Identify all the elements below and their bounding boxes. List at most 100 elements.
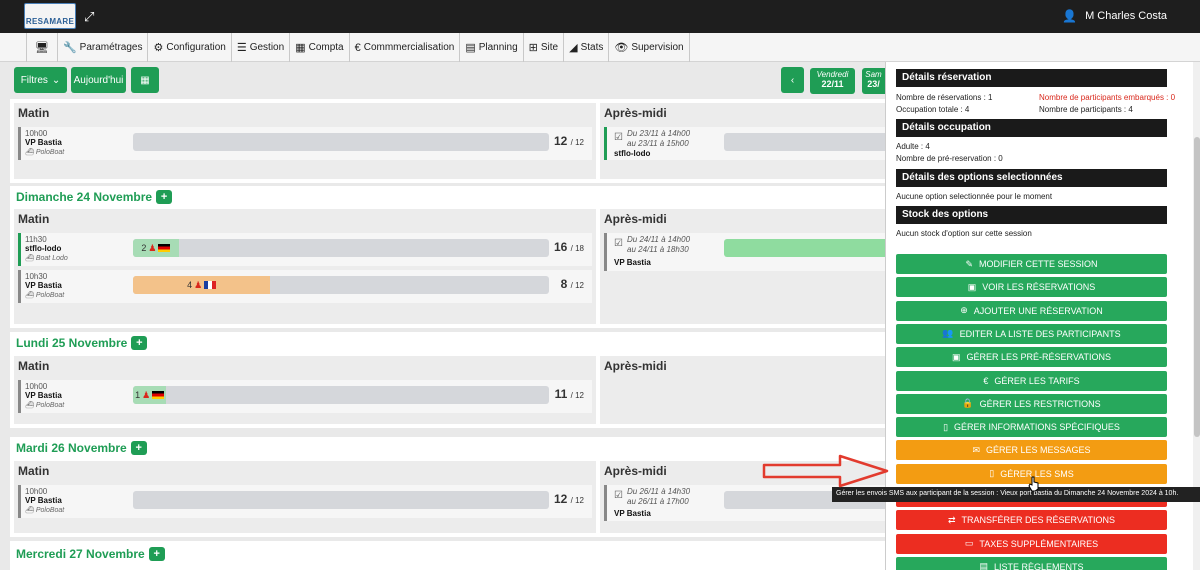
session-end: au 23/11 à 15h00 <box>627 139 689 148</box>
morning-section: Matin 10h00 VP Bastia ⛴ PoloBoat 1 ♟ 11 … <box>14 356 596 424</box>
add-session-button[interactable]: + <box>131 336 148 350</box>
session-name: VP Bastia <box>25 281 62 290</box>
participants-count: Nombre de participants : 4 <box>1039 105 1133 114</box>
action-label: Gérer les restrictions <box>979 398 1101 409</box>
filters-button[interactable]: Filtres ⌄ <box>14 67 67 93</box>
occupancy-bar: 4 ♟ <box>133 276 549 294</box>
user-menu[interactable]: 👤 M Charles Costa <box>1062 9 1167 23</box>
date-prev-num: 22/11 <box>821 79 844 90</box>
occupancy-fill: 4 ♟ <box>133 276 271 294</box>
action-button-editer-la-liste-des-participants[interactable]: 👥 Editer la liste des participants <box>896 323 1167 344</box>
session-name: VP Bastia <box>25 391 62 400</box>
session-slot[interactable]: 10h00 VP Bastia ⛴ PoloBoat 12 / 12 <box>18 485 592 518</box>
logo-text: RESAMARE <box>25 17 75 26</box>
day-title: Mardi 26 Novembre + <box>16 441 147 455</box>
morning-title: Matin <box>18 106 50 120</box>
action-label: Voir les réservations <box>982 282 1096 293</box>
date-prev-button[interactable]: Vendredi 22/11 <box>810 68 855 94</box>
scrollbar-thumb[interactable] <box>1194 137 1200 437</box>
menu-item-gestion[interactable]: ☰ Gestion <box>230 33 289 62</box>
ship-icon: ⛴ <box>25 292 34 299</box>
today-button[interactable]: Aujourd'hui <box>71 67 126 93</box>
boat-name: Boat Lodo <box>35 255 68 262</box>
menu-item-param-trages[interactable]: 🔧 Paramétrages <box>56 33 148 62</box>
menu-label: Configuration <box>166 42 226 53</box>
date-next-button[interactable]: Sam 23/ <box>862 68 885 94</box>
calendar-check-icon: ☑ <box>614 490 623 501</box>
calendar-button[interactable]: ▦ <box>131 67 159 93</box>
session-slot[interactable]: 11h30 stflo-lodo ⛴ Boat Lodo 2 ♟ 16 / 18 <box>18 233 592 266</box>
reservation-details-header: Détails réservation <box>896 69 1167 87</box>
session-time: 10h00 <box>25 487 48 496</box>
booked-count: 2 <box>141 243 147 253</box>
date-prev-day: Vendredi <box>816 70 849 79</box>
calendar-check-icon: ☑ <box>614 238 623 249</box>
occupancy-bar: 1 ♟ <box>133 386 549 404</box>
afternoon-section: Après-midi ☑ Du 23/11 à 14h00 au 23/11 à … <box>600 103 885 179</box>
add-session-button[interactable]: + <box>130 441 147 455</box>
session-slot[interactable]: ☑ Du 24/11 à 14h00 au 24/11 à 18h30 VP Ba… <box>604 233 885 271</box>
action-icon: 👥 <box>942 328 954 339</box>
session-slot[interactable]: ☑ Du 23/11 à 14h00 au 23/11 à 15h00 stflo… <box>604 127 885 160</box>
remaining-count: 12 <box>553 134 568 148</box>
day-card: Dimanche 24 Novembre + Matin 11h30 stflo… <box>10 186 885 328</box>
user-name: M Charles Costa <box>1085 10 1167 22</box>
afternoon-section: Après-midi ☑ Du 24/11 à 14h00 au 24/11 à … <box>600 209 885 324</box>
list-icon: ☰ <box>236 42 247 54</box>
session-slot[interactable]: 10h00 VP Bastia ⛴ PoloBoat 12 / 12 <box>18 127 592 160</box>
session-boat: ⛴ PoloBoat <box>25 401 64 409</box>
occupancy-bar <box>133 133 549 151</box>
mouse-cursor-icon <box>1028 476 1039 492</box>
app-logo[interactable]: RESAMARE <box>24 3 76 29</box>
session-name: VP Bastia <box>25 496 62 505</box>
session-slot[interactable]: 10h30 VP Bastia ⛴ PoloBoat 4 ♟ 8 / 12 <box>18 270 592 303</box>
session-start: Du 24/11 à 14h00 <box>627 235 691 244</box>
action-button-g-rer-les-restrictions[interactable]: 🔒 Gérer les restrictions <box>896 393 1167 414</box>
action-button-g-rer-les-tarifs[interactable]: € Gérer les tarifs <box>896 370 1167 391</box>
session-time: 10h00 <box>25 382 48 391</box>
day-title-text: Dimanche 24 Novembre <box>16 190 153 204</box>
action-button-g-rer-les-pr-r-servations[interactable]: ▣ Gérer les pré-réservations <box>896 347 1167 368</box>
action-button-g-rer-informations-sp-cifiques[interactable]: ▯ Gérer informations spécifiques <box>896 417 1167 438</box>
afternoon-title: Après-midi <box>604 106 667 120</box>
add-session-button[interactable]: + <box>148 547 165 561</box>
sitemap-icon: ⊞ <box>528 42 538 54</box>
add-session-button[interactable]: + <box>156 190 173 204</box>
action-button-liste-r-glements[interactable]: ▤ Liste règlements <box>896 556 1167 570</box>
action-label: Transférer des réservations <box>961 515 1116 526</box>
menu-item-site[interactable]: ⊞ Site <box>522 33 563 62</box>
action-button-transf-rer-des-r-servations[interactable]: ⇄ Transférer des réservations <box>896 510 1167 531</box>
menu-item-configuration[interactable]: ⚙ Configuration <box>147 33 230 62</box>
menu-item-stats[interactable]: ◢ Stats <box>563 33 608 62</box>
menu-item-commmercialisation[interactable]: € Commmercialisation <box>348 33 460 62</box>
menu-label: Site <box>540 42 559 53</box>
action-button-taxes-suppl-mentaires[interactable]: ▭ Taxes supplémentaires <box>896 533 1167 554</box>
occupancy-bar <box>724 239 885 257</box>
action-label: Modifier cette session <box>979 259 1098 269</box>
menu-item-supervision[interactable]: 👁 Supervision <box>608 33 690 62</box>
action-label: Gérer informations spécifiques <box>954 422 1120 433</box>
remaining-count: 11 <box>554 387 568 401</box>
session-slot[interactable]: 10h00 VP Bastia ⛴ PoloBoat 1 ♟ 11 / 12 <box>18 380 592 413</box>
person-icon: ♟ <box>194 279 203 290</box>
eye-icon: 👁 <box>614 42 629 54</box>
session-end: au 24/11 à 18h30 <box>627 245 689 254</box>
occupancy-fill: 1 ♟ <box>133 386 167 404</box>
menu-item-compta[interactable]: ▦ Compta <box>289 33 348 62</box>
reservations-count: Nombre de réservations : 1 <box>896 93 993 102</box>
previous-button[interactable]: ‹ <box>781 67 804 93</box>
action-icon: ▣ <box>951 351 961 362</box>
menu-item-planning[interactable]: ▤ Planning <box>459 33 522 62</box>
session-boat: ⛴ PoloBoat <box>25 291 64 299</box>
filters-label: Filtres <box>20 74 48 86</box>
action-button-g-rer-les-messages[interactable]: ✉ Gérer les messages <box>896 440 1167 461</box>
no-option-text: Aucune option selectionnée pour le momen… <box>896 192 1053 201</box>
fullscreen-icon[interactable]: ⤢ <box>84 10 97 23</box>
action-button-modifier-cette-session[interactable]: ✎ Modifier cette session <box>896 254 1167 274</box>
action-button-voir-les-r-servations[interactable]: ▣ Voir les réservations <box>896 277 1167 298</box>
action-button-ajouter-une-r-servation[interactable]: ⊕ Ajouter une réservation <box>896 300 1167 321</box>
menu-item-home[interactable]: 🖥 <box>26 33 57 62</box>
date-next-day: Sam <box>865 70 882 79</box>
morning-title: Matin <box>18 359 50 373</box>
chevron-down-icon: ⌄ <box>51 74 61 86</box>
